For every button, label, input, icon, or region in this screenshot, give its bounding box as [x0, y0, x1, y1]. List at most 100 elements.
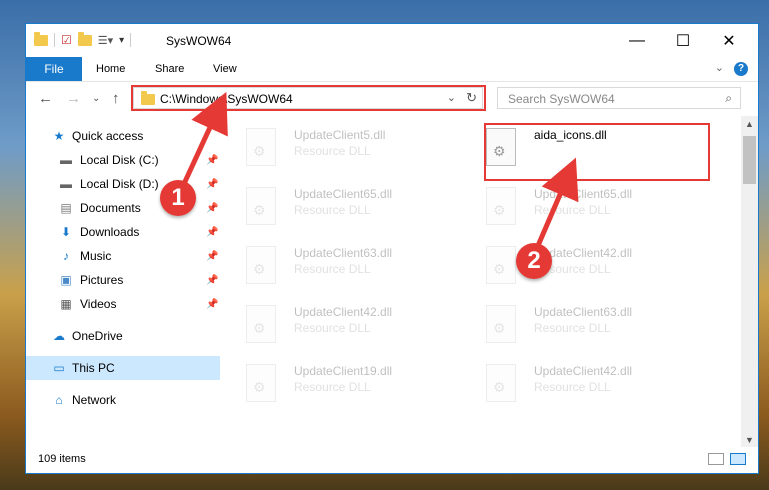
network-icon: ⌂: [55, 393, 63, 407]
back-icon[interactable]: ←: [38, 90, 53, 107]
file-item[interactable]: UpdateClient42.dll Resource DLL: [476, 240, 706, 296]
file-type: Resource DLL: [294, 203, 371, 217]
search-placeholder: Search SysWOW64: [508, 92, 615, 106]
navigation-pane: ★ Quick access ▬ Local Disk (C:) 📌 ▬ Loc…: [26, 116, 220, 446]
pin-icon[interactable]: 📌: [206, 251, 218, 262]
pin-icon[interactable]: 📌: [206, 155, 218, 166]
scroll-up-icon[interactable]: ▲: [741, 116, 758, 133]
file-item[interactable]: UpdateClient19.dll Resource DLL: [236, 358, 466, 414]
pin-icon[interactable]: 📌: [206, 299, 218, 310]
sidebar-item-label: OneDrive: [72, 329, 123, 343]
file-name: UpdateClient19.dll: [294, 364, 393, 378]
sidebar-item-pictures[interactable]: ▣ Pictures 📌: [26, 268, 220, 292]
sidebar-item-this-pc[interactable]: ▭ This PC: [26, 356, 220, 380]
file-item[interactable]: UpdateClient42.dll Resource DLL: [476, 358, 706, 414]
pin-icon[interactable]: 📌: [206, 179, 218, 190]
maximize-button[interactable]: ☐: [660, 24, 706, 57]
file-item[interactable]: UpdateClient5.dll Resource DLL: [236, 122, 466, 178]
drive-icon: ▬: [60, 153, 72, 167]
file-highlight-box: [484, 123, 710, 181]
star-icon: ★: [53, 129, 65, 143]
dll-file-icon: [486, 187, 516, 225]
file-type: Resource DLL: [294, 380, 371, 394]
sidebar-item-quick-access[interactable]: ★ Quick access: [26, 124, 220, 148]
pin-icon[interactable]: 📌: [206, 203, 218, 214]
status-bar: 109 items: [26, 447, 758, 473]
search-icon: ⌕: [725, 91, 732, 105]
file-name: UpdateClient42.dll: [294, 305, 393, 319]
vertical-scrollbar[interactable]: ▲ ▼: [741, 116, 758, 449]
file-item[interactable]: UpdateClient65.dll Resource DLL: [476, 181, 706, 237]
computer-icon: ▭: [53, 361, 65, 375]
dropdown-icon[interactable]: ▾: [119, 35, 124, 46]
folder-icon: [34, 31, 48, 46]
file-name: UpdateClient42.dll: [534, 364, 633, 378]
expand-ribbon-icon[interactable]: ⌄: [715, 61, 724, 74]
dll-file-icon: [246, 246, 276, 284]
sidebar-item-label: Music: [80, 249, 112, 263]
new-folder-icon[interactable]: [77, 31, 92, 46]
navigation-bar: ← → ⌄ ↑ C:\Windows\SysWOW64 ⌄ ↻ Search S…: [26, 82, 758, 116]
video-icon: ▦: [60, 297, 72, 311]
file-item[interactable]: UpdateClient42.dll Resource DLL: [236, 299, 466, 355]
dll-file-icon: [246, 128, 276, 166]
sidebar-item-label: This PC: [72, 361, 115, 375]
tab-file[interactable]: File: [26, 57, 82, 81]
scroll-thumb[interactable]: [743, 136, 756, 184]
music-icon: ♪: [63, 249, 69, 263]
sidebar-item-label: Local Disk (C:): [80, 153, 159, 167]
sidebar-item-label: Videos: [80, 297, 117, 311]
file-name: UpdateClient5.dll: [294, 128, 386, 142]
help-icon[interactable]: ?: [734, 62, 748, 76]
cloud-icon: ☁: [53, 329, 65, 343]
large-icons-view-icon[interactable]: [730, 453, 746, 465]
file-item[interactable]: UpdateClient63.dll Resource DLL: [236, 240, 466, 296]
file-item[interactable]: UpdateClient65.dll Resource DLL: [236, 181, 466, 237]
search-input[interactable]: Search SysWOW64 ⌕: [497, 87, 741, 109]
ribbon: File Home Share View ⌄ ?: [26, 57, 758, 82]
sidebar-item-videos[interactable]: ▦ Videos 📌: [26, 292, 220, 316]
properties-icon[interactable]: ☑: [61, 33, 72, 47]
file-name: UpdateClient65.dll: [294, 187, 393, 201]
file-name: UpdateClient63.dll: [294, 246, 393, 260]
explorer-window: ☑ ☰▾ ▾ SysWOW64 — ☐ ✕ File Home Share Vi…: [25, 23, 759, 474]
file-type: Resource DLL: [534, 380, 611, 394]
sidebar-item-label: Local Disk (D:): [80, 177, 159, 191]
file-type: Resource DLL: [294, 144, 371, 158]
file-list: UpdateClient5.dll Resource DLL UpdateCli…: [236, 116, 736, 446]
window-title: SysWOW64: [166, 34, 232, 48]
sidebar-item-label: Network: [72, 393, 117, 407]
close-button[interactable]: ✕: [706, 24, 752, 57]
recent-locations-icon[interactable]: ⌄: [92, 93, 100, 104]
pin-icon[interactable]: 📌: [206, 227, 218, 238]
minimize-button[interactable]: —: [614, 24, 660, 57]
up-icon[interactable]: ↑: [112, 90, 120, 107]
tab-home[interactable]: Home: [96, 63, 125, 75]
pin-icon[interactable]: 📌: [206, 275, 218, 286]
step-1-badge: 1: [160, 180, 196, 216]
sidebar-item-label: Downloads: [80, 225, 140, 239]
tab-view[interactable]: View: [213, 63, 237, 75]
tab-share[interactable]: Share: [155, 63, 184, 75]
details-view-icon[interactable]: [708, 453, 724, 465]
sidebar-item-music[interactable]: ♪ Music 📌: [26, 244, 220, 268]
sidebar-item-local-disk-c[interactable]: ▬ Local Disk (C:) 📌: [26, 148, 220, 172]
file-type: Resource DLL: [534, 321, 611, 335]
address-highlight-box: [131, 85, 486, 111]
item-count: 109 items: [38, 453, 86, 465]
sidebar-item-onedrive[interactable]: ☁ OneDrive: [26, 324, 220, 348]
file-type: Resource DLL: [294, 321, 371, 335]
file-item[interactable]: UpdateClient63.dll Resource DLL: [476, 299, 706, 355]
forward-icon[interactable]: →: [66, 90, 81, 107]
customize-icon[interactable]: ☰▾: [98, 34, 113, 47]
sidebar-item-network[interactable]: ⌂ Network: [26, 388, 220, 412]
dll-file-icon: [486, 305, 516, 343]
dll-file-icon: [246, 305, 276, 343]
sidebar-item-label: Quick access: [72, 129, 144, 143]
drive-icon: ▬: [60, 177, 72, 191]
file-type: Resource DLL: [294, 262, 371, 276]
sidebar-item-label: Pictures: [80, 273, 124, 287]
dll-file-icon: [246, 187, 276, 225]
document-icon: ▤: [60, 201, 72, 215]
sidebar-item-downloads[interactable]: ⬇ Downloads 📌: [26, 220, 220, 244]
